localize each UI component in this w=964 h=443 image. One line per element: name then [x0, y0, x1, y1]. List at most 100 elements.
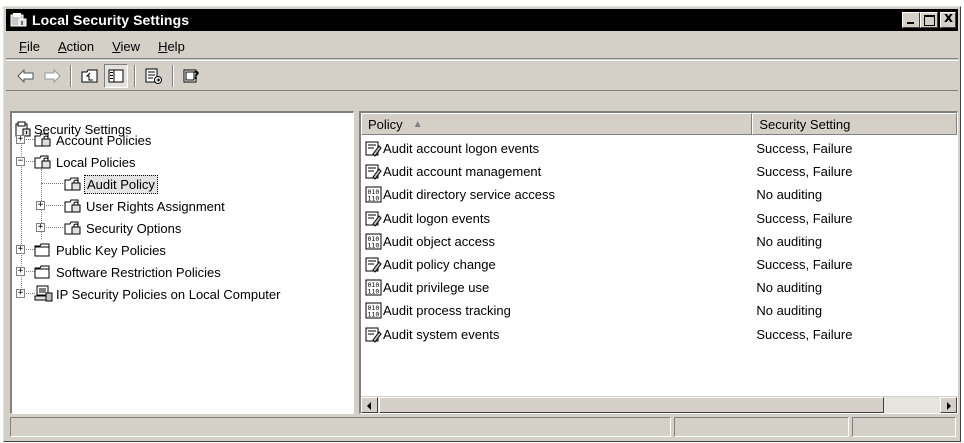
column-header-security-setting[interactable]: Security Setting: [752, 113, 957, 135]
tree-label: Security Options: [86, 220, 182, 236]
svg-text:110: 110: [368, 288, 380, 296]
menu-view-label: iew: [120, 38, 141, 54]
list-row[interactable]: Audit account management Success, Failur…: [361, 160, 957, 183]
expand-ip-security-policies[interactable]: +: [16, 289, 25, 298]
policy-binary-icon: 010110: [365, 233, 382, 250]
menu-view-accel: V: [112, 38, 121, 54]
list-row[interactable]: 010 110 Audit privilege use No auditing: [361, 276, 957, 299]
back-button[interactable]: [14, 64, 38, 88]
list-row[interactable]: Audit policy change Success, Failure: [361, 253, 957, 276]
column-header-policy[interactable]: Policy ▲: [361, 113, 753, 135]
policy-enabled-icon: [365, 164, 382, 181]
menu-action[interactable]: Action: [49, 39, 103, 54]
security-setting-value: Success, Failure: [756, 164, 853, 180]
policy-name: Audit policy change: [383, 257, 496, 273]
list-row[interactable]: Audit account logon events Success, Fail…: [361, 137, 957, 160]
column-header-label: Policy: [368, 116, 403, 132]
forward-arrow-icon: [44, 68, 61, 83]
list-rows: Audit account logon events Success, Fail…: [361, 137, 957, 346]
tree-item-account-policies[interactable]: Account Policies: [34, 129, 153, 151]
policy-binary-icon: 010110: [365, 186, 382, 203]
policy-list-view[interactable]: Policy ▲ Security Setting Audit account …: [359, 111, 958, 414]
expand-software-restriction-policies[interactable]: +: [16, 267, 25, 276]
policy-name: Audit object access: [383, 233, 496, 249]
expand-user-rights-assignment[interactable]: +: [36, 201, 45, 210]
security-setting-value: Success, Failure: [756, 257, 853, 273]
content-area: Security Settings + Account Policies − L…: [6, 111, 958, 414]
title-bar[interactable]: Local Security Settings: [6, 9, 958, 31]
scroll-right-button[interactable]: [940, 397, 957, 413]
tree-connector: [41, 183, 63, 184]
menu-bar: File Action View Help: [6, 34, 958, 59]
folder-icon: [34, 265, 50, 279]
help-button[interactable]: ?: [180, 64, 204, 88]
tree-item-local-policies[interactable]: Local Policies: [34, 151, 138, 173]
security-setting-value: Success, Failure: [756, 326, 853, 342]
up-one-level-button[interactable]: [78, 64, 102, 88]
list-row[interactable]: Audit logon events Success, Failure: [361, 207, 957, 230]
policy-name: Audit process tracking: [383, 303, 511, 319]
show-hide-tree-button[interactable]: [104, 63, 128, 88]
expand-account-policies[interactable]: +: [16, 135, 25, 144]
svg-text:110: 110: [368, 195, 380, 203]
tree-label: Software Restriction Policies: [56, 264, 221, 280]
menu-action-label: ction: [66, 38, 95, 54]
list-row[interactable]: 010 110 Audit object access No auditing: [361, 230, 957, 253]
tree-label: User Rights Assignment: [86, 198, 225, 214]
list-row[interactable]: 010 110 Audit directory service access No …: [361, 183, 957, 206]
tree-label: Local Policies: [56, 154, 136, 170]
tree-item-public-key-policies[interactable]: Public Key Policies: [34, 239, 168, 261]
main-window: Local Security Settings File Action View…: [3, 6, 961, 442]
collapse-local-policies[interactable]: −: [16, 157, 25, 166]
status-panel-main: [10, 417, 672, 437]
up-one-level-icon: [81, 69, 98, 82]
tree-item-user-rights-assignment[interactable]: User Rights Assignment: [64, 195, 227, 217]
menu-help[interactable]: Help: [149, 39, 194, 54]
maximize-button[interactable]: [920, 12, 938, 28]
security-setting-value: No auditing: [756, 233, 823, 249]
show-hide-console-tree-icon: [108, 69, 124, 82]
tree-item-software-restriction-policies[interactable]: Software Restriction Policies: [34, 261, 223, 283]
window-controls: [902, 10, 956, 28]
status-bar: [6, 415, 958, 439]
sort-ascending-icon: ▲: [412, 118, 423, 130]
console-tree[interactable]: Security Settings + Account Policies − L…: [10, 111, 354, 414]
folder-icon: [34, 243, 50, 257]
policy-binary-icon: 010110: [365, 279, 382, 296]
tree-item-security-options[interactable]: Security Options: [64, 217, 183, 239]
policy-folder-lock-icon: [34, 155, 51, 169]
ip-security-computer-icon: [34, 285, 53, 302]
tree-item-audit-policy[interactable]: Audit Policy: [64, 173, 158, 195]
tree-label: Public Key Policies: [56, 242, 166, 258]
policy-folder-lock-icon: [34, 133, 51, 147]
policy-folder-lock-icon: [64, 177, 81, 191]
list-row[interactable]: 010 110 Audit process tracking No auditing: [361, 299, 957, 322]
security-settings-app-icon: [10, 12, 28, 28]
policy-name: Audit account logon events: [383, 141, 540, 157]
tree-item-ip-security-policies[interactable]: IP Security Policies on Local Computer: [34, 283, 282, 305]
menu-file[interactable]: File: [10, 39, 49, 54]
status-panel-secondary: [674, 417, 850, 437]
export-list-button[interactable]: [142, 64, 166, 88]
minimize-button[interactable]: [902, 12, 920, 28]
scroll-thumb[interactable]: [379, 397, 884, 413]
security-setting-value: No auditing: [756, 303, 823, 319]
security-setting-value: Success, Failure: [756, 141, 853, 157]
menu-help-label: elp: [167, 38, 185, 54]
policy-enabled-icon: [365, 257, 382, 273]
forward-button[interactable]: [40, 64, 64, 88]
tree-label: IP Security Policies on Local Computer: [56, 286, 281, 302]
scroll-left-button[interactable]: [361, 397, 378, 413]
close-button[interactable]: [940, 10, 956, 28]
svg-text:110: 110: [368, 311, 380, 319]
menu-view[interactable]: View: [103, 39, 149, 54]
security-setting-value: No auditing: [756, 280, 823, 296]
expand-security-options[interactable]: +: [36, 223, 45, 232]
expand-public-key-policies[interactable]: +: [16, 245, 25, 254]
menu-file-label: ile: [26, 38, 40, 54]
horizontal-scrollbar[interactable]: [361, 396, 957, 413]
toolbar: ?: [6, 60, 958, 91]
security-setting-value: Success, Failure: [756, 210, 853, 226]
window-title: Local Security Settings: [32, 12, 190, 28]
list-row[interactable]: Audit system events Success, Failure: [361, 323, 957, 346]
